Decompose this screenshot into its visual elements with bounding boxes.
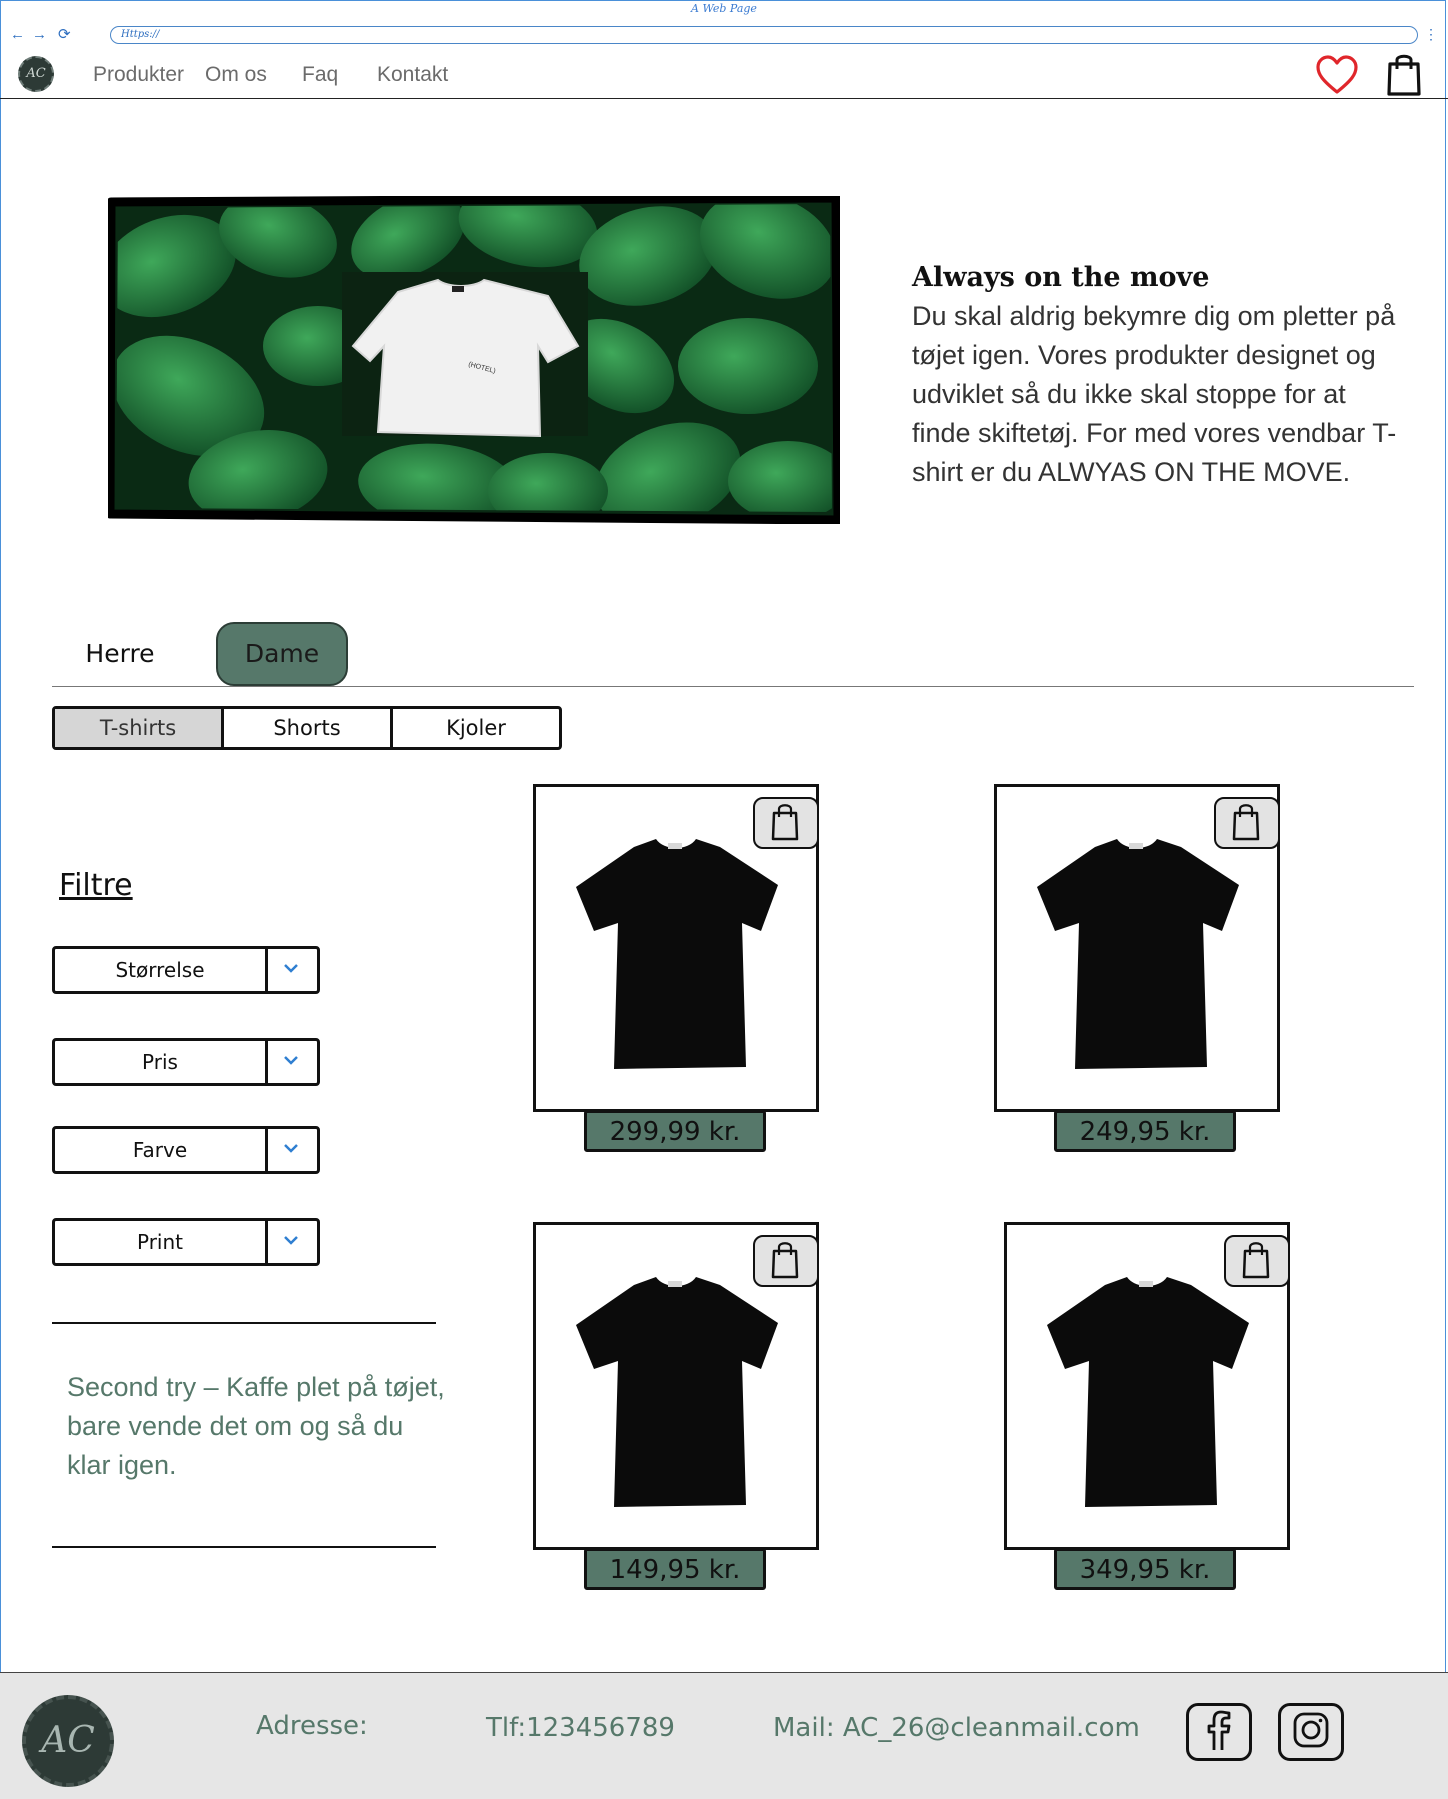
browser-toolbar: ← → ⟳ Https:// ⋮ (0, 20, 1448, 50)
footer-mail[interactable]: Mail: AC_26@cleanmail.com (773, 1713, 1140, 1743)
dropdown-label: Farve (55, 1129, 268, 1171)
add-to-cart-button[interactable] (753, 1235, 819, 1287)
black-tshirt-image (1047, 1277, 1249, 1507)
shopping-bag-icon[interactable] (1384, 52, 1424, 98)
nav-link-produkter[interactable]: Produkter (93, 63, 184, 87)
black-tshirt-image (1037, 839, 1239, 1069)
price-tag: 349,95 kr. (1054, 1548, 1236, 1590)
tabs-divider (52, 686, 1414, 687)
black-tshirt-image (576, 1277, 778, 1507)
url-bar[interactable]: Https:// (110, 26, 1418, 44)
price-tag: 299,99 kr. (584, 1110, 766, 1152)
tab-dame[interactable]: Dame (216, 622, 348, 686)
divider (52, 1546, 436, 1548)
divider (52, 1322, 436, 1324)
tab-kjoler[interactable]: Kjoler (393, 709, 559, 747)
heart-icon[interactable] (1314, 52, 1360, 98)
filter-size-dropdown[interactable]: Størrelse (52, 946, 320, 994)
dropdown-label: Størrelse (55, 949, 268, 991)
price-tag: 149,95 kr. (584, 1548, 766, 1590)
tab-herre[interactable]: Herre (72, 622, 168, 686)
category-tabs: T-shirts Shorts Kjoler (52, 706, 562, 750)
footer-logo[interactable]: AC (22, 1695, 114, 1787)
filter-color-dropdown[interactable]: Farve (52, 1126, 320, 1174)
filter-print-dropdown[interactable]: Print (52, 1218, 320, 1266)
filters-heading: Filtre (59, 868, 133, 903)
site-header: AC Produkter Om os Faq Kontakt (0, 52, 1448, 99)
window-title: A Web Page (691, 2, 757, 15)
logo[interactable]: AC (18, 56, 54, 92)
add-to-cart-button[interactable] (1214, 797, 1280, 849)
price-tag: 249,95 kr. (1054, 1110, 1236, 1152)
product-card[interactable] (533, 784, 819, 1112)
black-tshirt-image (576, 839, 778, 1069)
hero-copy: Always on the move Du skal aldrig bekymr… (912, 262, 1402, 492)
forward-arrow-icon[interactable]: → (32, 26, 47, 44)
chevron-down-icon (265, 1041, 317, 1083)
nav-link-om-os[interactable]: Om os (205, 63, 267, 87)
site-footer: AC Adresse: Tlf:123456789 Mail: AC_26@cl… (0, 1672, 1448, 1799)
facebook-icon[interactable] (1186, 1703, 1252, 1761)
hero-image: (HOTEL) (108, 196, 840, 524)
chevron-down-icon (265, 1129, 317, 1171)
product-card[interactable] (1004, 1222, 1290, 1550)
footer-address: Adresse: (256, 1711, 368, 1741)
nav-link-kontakt[interactable]: Kontakt (377, 63, 448, 87)
instagram-icon[interactable] (1278, 1703, 1344, 1761)
dropdown-label: Print (55, 1221, 268, 1263)
chevron-down-icon (265, 949, 317, 991)
back-arrow-icon[interactable]: ← (10, 26, 25, 44)
hero-title: Always on the move (912, 262, 1210, 293)
tab-t-shirts[interactable]: T-shirts (55, 709, 224, 747)
footer-phone: Tlf:123456789 (486, 1713, 675, 1743)
promo-text: Second try – Kaffe plet på tøjet, bare v… (67, 1372, 445, 1480)
nav-link-faq[interactable]: Faq (302, 63, 338, 87)
tab-shorts[interactable]: Shorts (224, 709, 393, 747)
product-card[interactable] (994, 784, 1280, 1112)
add-to-cart-button[interactable] (1224, 1235, 1290, 1287)
browser-menu-icon[interactable]: ⋮ (1424, 26, 1438, 43)
product-card[interactable] (533, 1222, 819, 1550)
chevron-down-icon (265, 1221, 317, 1263)
dropdown-label: Pris (55, 1041, 268, 1083)
reload-icon[interactable]: ⟳ (58, 26, 71, 44)
hero-body: Du skal aldrig bekymre dig om pletter på… (912, 301, 1397, 487)
filter-price-dropdown[interactable]: Pris (52, 1038, 320, 1086)
add-to-cart-button[interactable] (753, 797, 819, 849)
